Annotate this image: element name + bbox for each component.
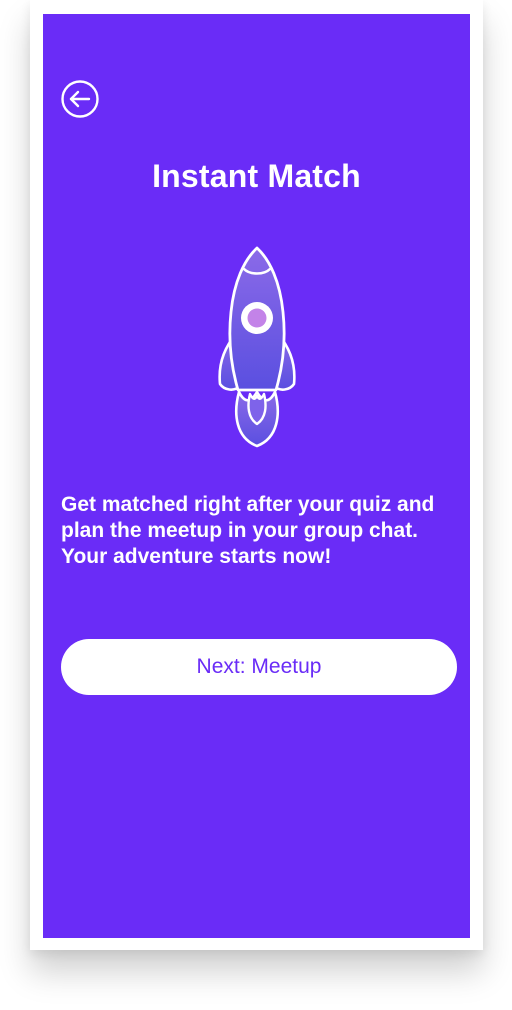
description-text: Get matched right after your quiz and pl… [61,493,435,568]
page-title: Instant Match [152,158,361,194]
next-meetup-button[interactable]: Next: Meetup [61,639,457,695]
back-button[interactable] [60,79,100,119]
onboarding-screen: Instant Match Get matched right after yo… [43,14,470,938]
rocket-icon [218,246,296,448]
arrow-left-circle-icon [61,80,99,118]
